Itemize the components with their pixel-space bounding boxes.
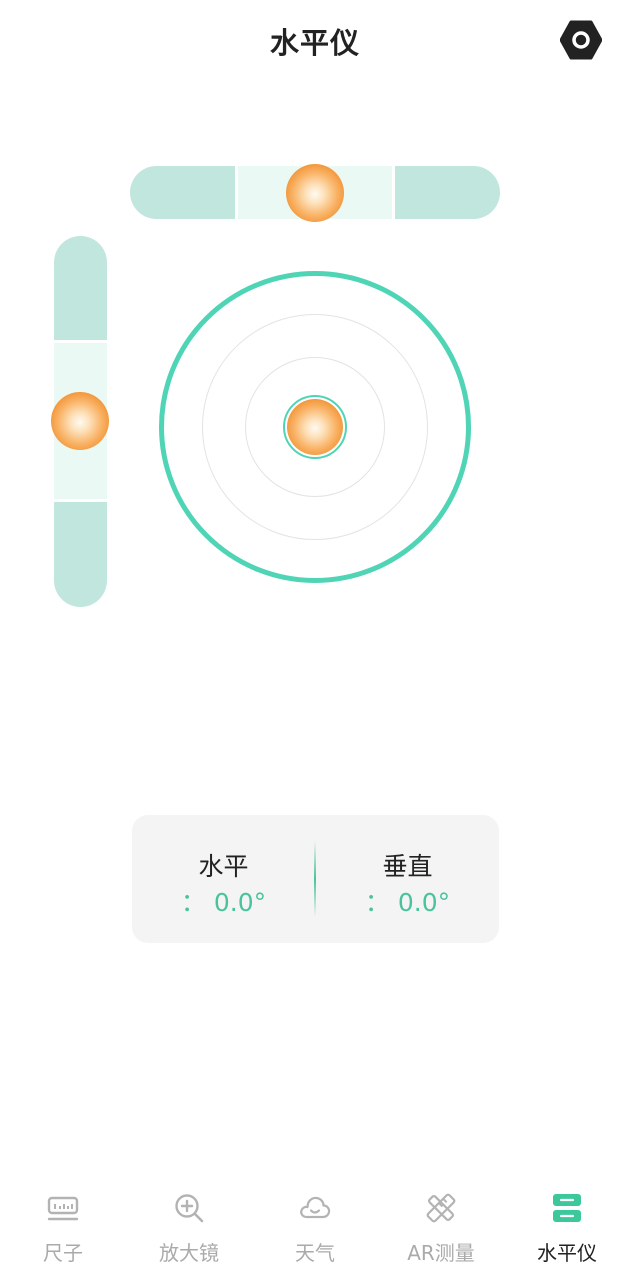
center-bubble: [287, 399, 343, 455]
tab-magnifier[interactable]: 放大镜: [126, 1175, 252, 1280]
app-header: 水平仪: [0, 0, 630, 80]
bullseye-level: [159, 271, 471, 583]
horizontal-value: ： 0.0°: [180, 888, 267, 917]
tab-weather[interactable]: 天气: [252, 1175, 378, 1280]
ruler-icon: [47, 1192, 79, 1224]
tab-label: 放大镜: [159, 1241, 219, 1265]
magnifier-icon: [173, 1192, 205, 1224]
ar-ruler-icon: [425, 1192, 457, 1224]
horizontal-bubble: [286, 164, 344, 222]
page-title: 水平仪: [269, 26, 360, 60]
cloud-icon: [299, 1192, 331, 1224]
tab-label: AR测量: [407, 1241, 475, 1265]
tab-label: 尺子: [43, 1241, 83, 1265]
level-icon: [551, 1192, 583, 1224]
tab-ar-measure[interactable]: AR测量: [378, 1175, 504, 1280]
angle-readout-card: 水平 ： 0.0° 垂直 ： 0.0°: [132, 815, 499, 943]
vertical-value: ： 0.0°: [364, 888, 451, 917]
tab-level[interactable]: 水平仪: [504, 1175, 630, 1280]
vertical-label: 垂直: [382, 852, 433, 881]
horizontal-readout: 水平 ： 0.0°: [132, 815, 315, 943]
vertical-bubble: [51, 392, 109, 450]
vertical-readout: 垂直 ： 0.0°: [316, 815, 499, 943]
bottom-tab-bar: 尺子 放大镜 天气 AR测量 水平仪: [0, 1175, 630, 1280]
tab-ruler[interactable]: 尺子: [0, 1175, 126, 1280]
tab-label: 水平仪: [537, 1241, 597, 1265]
tab-label: 天气: [295, 1241, 335, 1265]
settings-hex-icon: [560, 20, 602, 60]
horizontal-label: 水平: [198, 852, 249, 881]
settings-button[interactable]: [560, 19, 602, 61]
